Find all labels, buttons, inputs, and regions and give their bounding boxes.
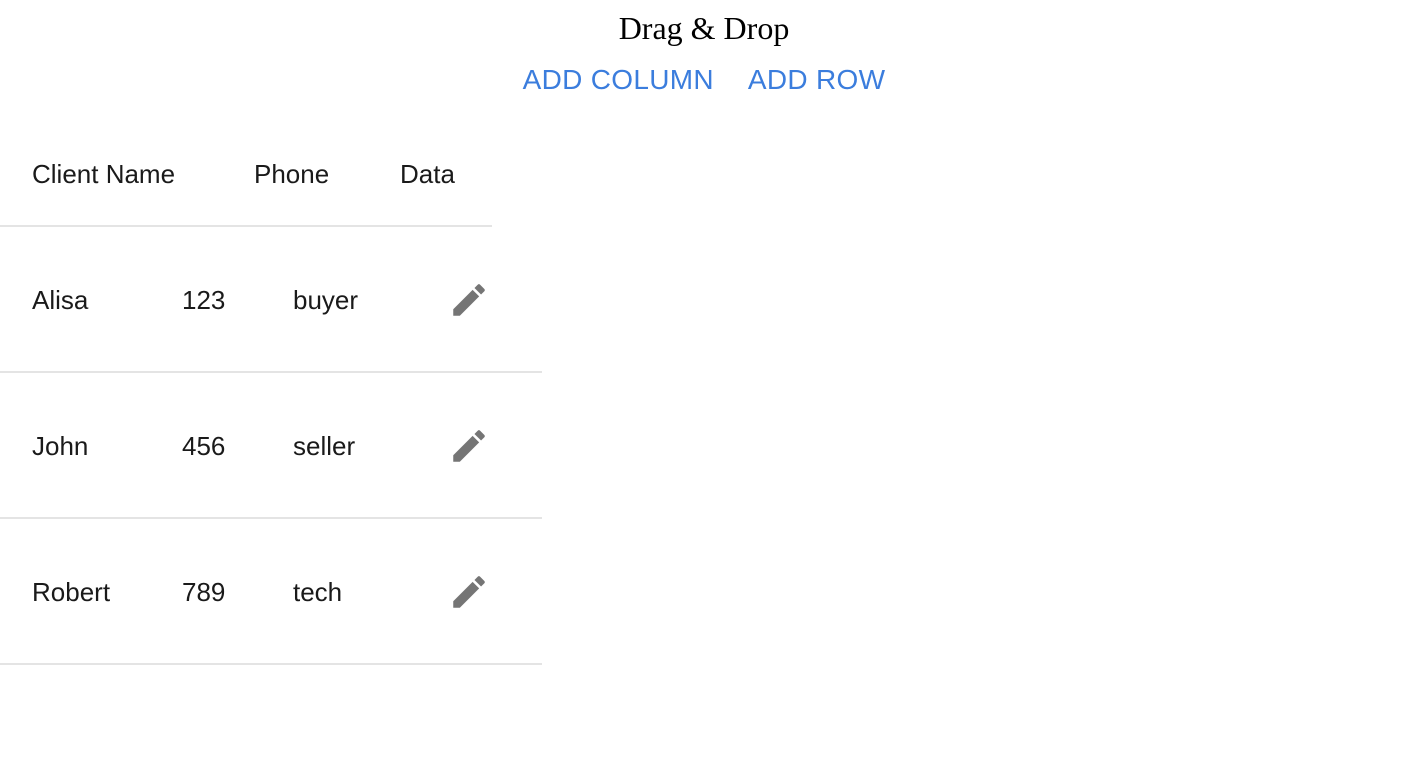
cell-data: buyer — [293, 285, 359, 315]
cell-phone: 456 — [182, 431, 226, 461]
cell-client-name: Robert — [32, 577, 111, 607]
edit-icon[interactable] — [448, 279, 490, 321]
column-header-data[interactable]: Data — [400, 159, 455, 189]
cell-data: tech — [293, 577, 343, 607]
page-title: Drag & Drop — [618, 10, 790, 46]
cell-phone: 789 — [182, 577, 226, 607]
column-header-client-name[interactable]: Client Name — [32, 159, 175, 189]
table-row[interactable]: Robert 789 tech — [0, 519, 542, 665]
table-row[interactable]: Alisa 123 buyer — [0, 227, 542, 373]
toolbar: ADD COLUMN ADD ROW — [0, 62, 1408, 98]
cell-data: seller — [293, 431, 356, 461]
cell-client-name: John — [32, 431, 89, 461]
add-column-button[interactable]: ADD COLUMN — [523, 62, 714, 98]
cell-client-name: Alisa — [32, 285, 89, 315]
edit-icon[interactable] — [448, 425, 490, 467]
cell-phone: 123 — [182, 285, 226, 315]
table-row[interactable]: John 456 seller — [0, 373, 542, 519]
add-row-button[interactable]: ADD ROW — [748, 62, 885, 98]
column-header-phone[interactable]: Phone — [254, 159, 329, 189]
table-header-row: Client Name Phone Data — [0, 125, 492, 227]
edit-icon[interactable] — [448, 571, 490, 613]
